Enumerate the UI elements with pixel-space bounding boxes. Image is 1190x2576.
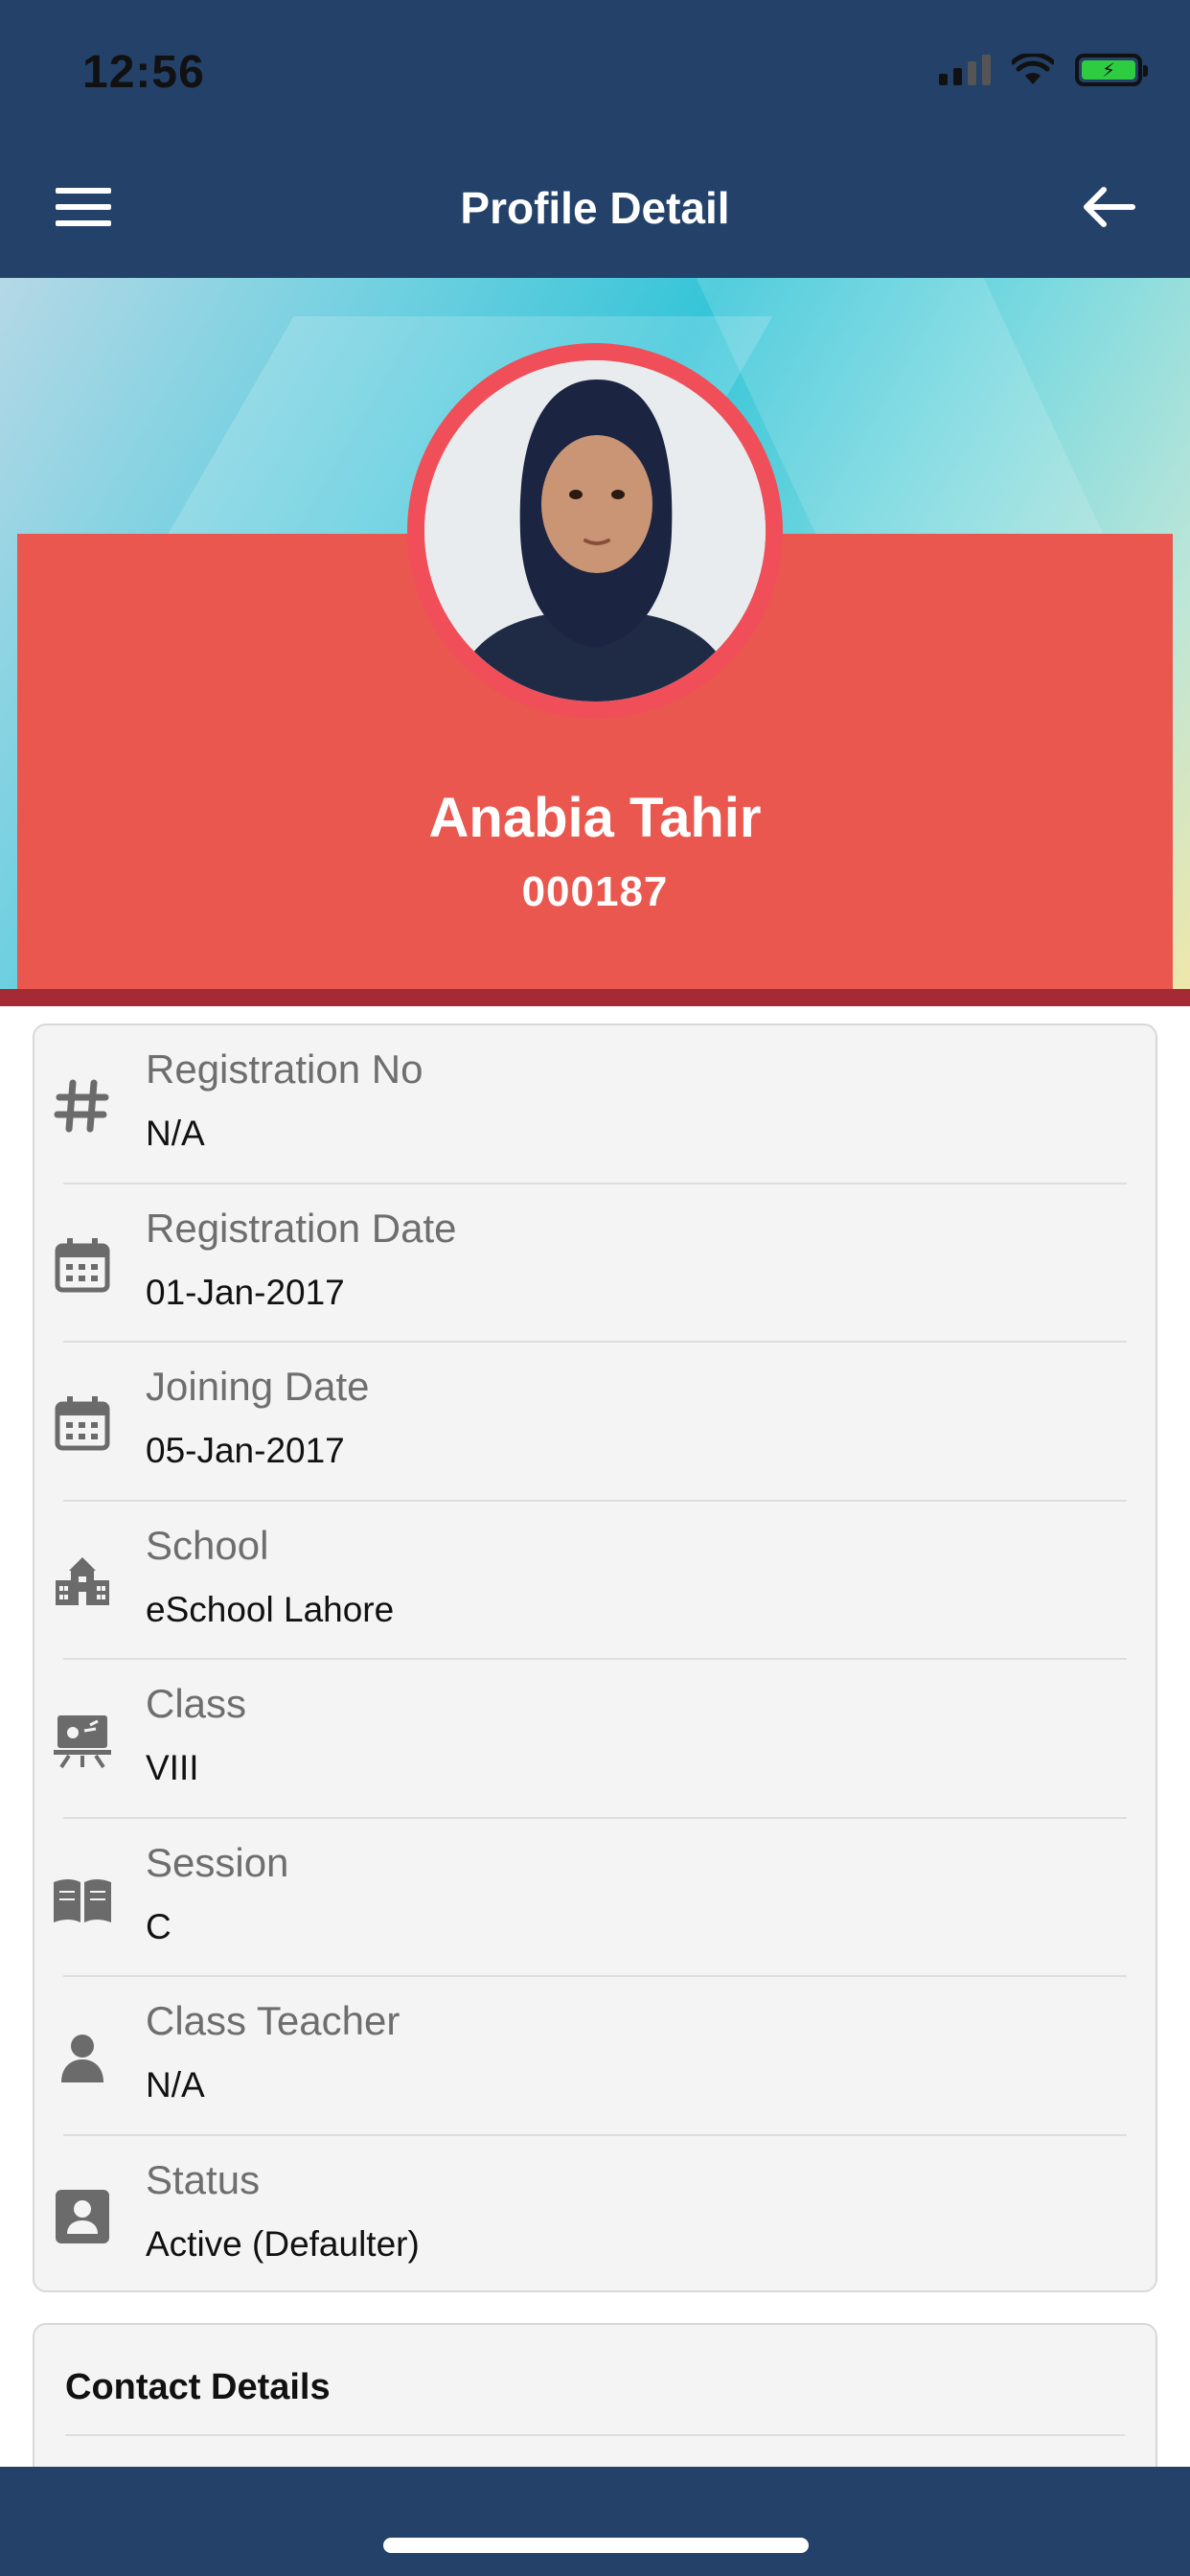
info-value: eSchool Lahore xyxy=(146,1589,395,1629)
info-row-status: Status Active (Defaulter) xyxy=(34,2136,1156,2295)
info-label: Class Teacher xyxy=(146,1998,400,2043)
info-row-class: Class VIII xyxy=(34,1660,1156,1819)
info-label: Registration Date xyxy=(146,1205,457,1251)
account-box-icon xyxy=(56,2189,109,2243)
student-name: Anabia Tahir xyxy=(428,787,762,849)
student-id: 000187 xyxy=(521,868,669,915)
arrow-left-icon[interactable] xyxy=(1075,178,1142,236)
info-label: Class xyxy=(146,1681,247,1726)
divider xyxy=(65,2434,1125,2436)
info-label: School xyxy=(146,1522,269,1568)
wifi-icon xyxy=(1012,54,1054,84)
accent-divider xyxy=(0,989,1190,1006)
info-row-joining-date: Joining Date 05-Jan-2017 xyxy=(34,1343,1156,1502)
avatar xyxy=(407,343,783,719)
calendar-icon xyxy=(55,1396,110,1451)
info-label: Status xyxy=(146,2156,261,2202)
school-building-icon xyxy=(56,1556,109,1605)
info-value: 01-Jan-2017 xyxy=(146,1272,345,1312)
info-label: Joining Date xyxy=(146,1364,370,1409)
info-row-session: Session C xyxy=(34,1819,1156,1977)
info-row-registration-date: Registration Date 01-Jan-2017 xyxy=(34,1184,1156,1343)
open-book-icon xyxy=(54,1878,111,1922)
info-row-registration-no: Registration No N/A xyxy=(34,1025,1156,1184)
status-time: 12:56 xyxy=(82,47,205,98)
top-app-bar: 12:56 ⚡ Profile Detail xyxy=(0,0,1190,278)
student-photo xyxy=(424,360,766,702)
info-label: Registration No xyxy=(146,1046,423,1092)
calendar-icon xyxy=(55,1237,110,1292)
status-icons: ⚡ xyxy=(939,54,1148,86)
info-value: Active (Defaulter) xyxy=(146,2223,420,2264)
home-indicator[interactable] xyxy=(383,2538,809,2553)
info-value: N/A xyxy=(146,1114,205,1153)
info-value: VIII xyxy=(146,1748,199,1787)
bottom-bar xyxy=(0,2467,1190,2576)
person-icon xyxy=(61,2035,103,2082)
info-row-class-teacher: Class Teacher N/A xyxy=(34,1977,1156,2136)
page-title: Profile Detail xyxy=(460,183,730,233)
cellular-signal-icon xyxy=(939,55,991,85)
info-value: C xyxy=(146,1906,172,1946)
profile-info-card: Registration No N/A Registration Date 01… xyxy=(33,1024,1157,2292)
info-row-school: School eSchool Lahore xyxy=(34,1502,1156,1660)
contact-details-title: Contact Details xyxy=(65,2367,331,2407)
info-value: N/A xyxy=(146,2065,205,2104)
hash-icon xyxy=(54,1079,109,1133)
info-label: Session xyxy=(146,1839,289,1885)
battery-icon: ⚡ xyxy=(1075,54,1148,86)
classroom-board-icon xyxy=(54,1715,111,1769)
info-value: 05-Jan-2017 xyxy=(146,1431,345,1470)
